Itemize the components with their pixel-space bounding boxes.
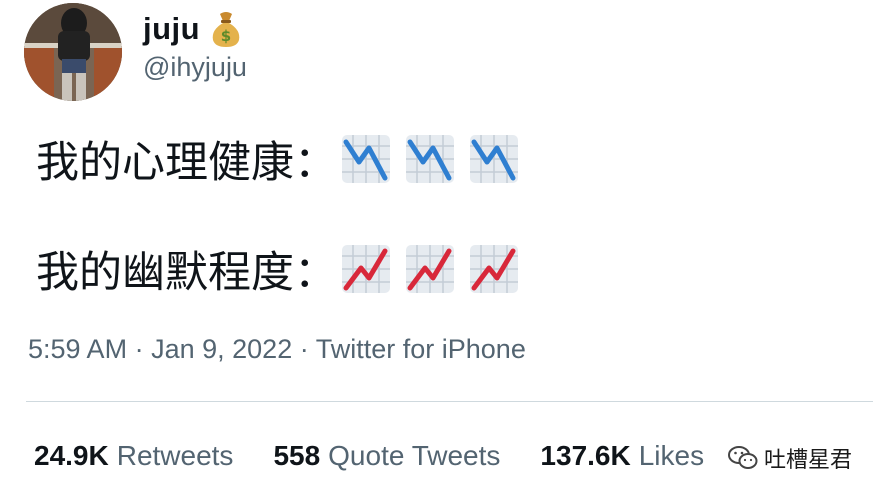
chart-increasing-icon [406, 245, 454, 293]
money-bag-icon: $ [208, 10, 244, 48]
quote-tweets-label: Quote Tweets [328, 440, 501, 471]
retweets-label: Retweets [116, 440, 234, 471]
retweets-count: 24.9K [34, 440, 109, 471]
display-name[interactable]: juju [143, 11, 200, 47]
tweet-time[interactable]: 5:59 AM [28, 334, 127, 364]
tweet-date[interactable]: Jan 9, 2022 [151, 334, 292, 364]
svg-text:$: $ [221, 27, 231, 45]
tweet-text-line2: 我的幽默程度： [36, 248, 337, 298]
tweet-source[interactable]: Twitter for iPhone [316, 334, 526, 364]
chart-increasing-icon [342, 245, 390, 293]
quote-tweets-stat[interactable]: 558 Quote Tweets [273, 440, 500, 472]
meta-separator: · [134, 334, 144, 364]
tweet-line-mental-health: 我的心理健康： [36, 128, 519, 190]
tweet-text-line1: 我的心理健康： [36, 138, 337, 188]
tweet-stats: 24.9K Retweets 558 Quote Tweets 137.6K L… [34, 440, 744, 472]
wechat-icon [728, 446, 758, 469]
likes-label: Likes [638, 440, 705, 471]
user-handle[interactable]: @ihyjuju [143, 52, 247, 83]
watermark-text: 吐槽星君 [764, 448, 853, 473]
chart-decreasing-icon [406, 135, 454, 183]
emoji-group-decreasing [341, 134, 519, 184]
user-name-row[interactable]: juju $ [143, 10, 244, 48]
watermark: 吐槽星君 [722, 441, 859, 475]
tweet-line-humor: 我的幽默程度： [36, 238, 519, 300]
likes-stat[interactable]: 137.6K Likes [540, 440, 704, 472]
quote-tweets-count: 558 [273, 440, 321, 471]
chart-increasing-icon [470, 245, 518, 293]
avatar[interactable] [24, 3, 122, 101]
emoji-group-increasing [341, 244, 519, 294]
meta-separator: · [299, 334, 309, 364]
avatar-photo [24, 3, 122, 101]
likes-count: 137.6K [540, 440, 631, 471]
retweets-stat[interactable]: 24.9K Retweets [34, 440, 233, 472]
chart-decreasing-icon [342, 135, 390, 183]
tweet-meta: 5:59 AM · Jan 9, 2022 · Twitter for iPho… [28, 334, 526, 365]
divider [26, 401, 873, 402]
chart-decreasing-icon [470, 135, 518, 183]
